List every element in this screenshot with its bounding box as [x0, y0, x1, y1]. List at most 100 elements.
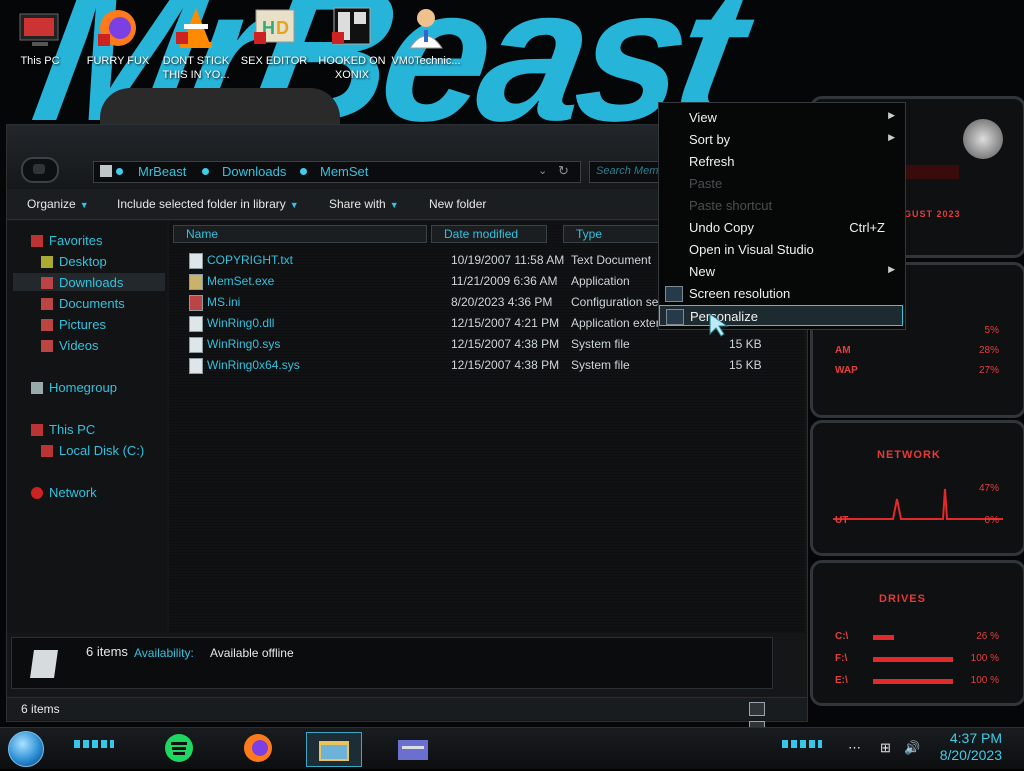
system-file-icon [189, 337, 203, 353]
folder-icon [319, 741, 349, 761]
personalize-icon [666, 309, 684, 325]
item-count: 6 items [86, 644, 128, 659]
column-header-type[interactable]: Type [563, 225, 665, 243]
desktop-icon-sex-editor[interactable]: HD SEX EDITOR [238, 6, 310, 68]
monitor-icon [665, 286, 683, 302]
desktop-icon-this-pc[interactable]: This PC [4, 6, 76, 68]
drive-f-value: 100 % [970, 653, 999, 664]
breadcrumb-memset[interactable]: MemSet [320, 164, 368, 179]
drive-c-value: 26 % [976, 631, 999, 642]
submenu-arrow-icon: ▶ [888, 110, 895, 120]
desktop-icon-vm0technic[interactable]: VM0Technic... [390, 6, 462, 68]
breadcrumb-mrbeast[interactable]: MrBeast [138, 164, 186, 179]
desktop-icon-label: This PC [20, 55, 60, 67]
back-forward-button[interactable] [21, 157, 59, 183]
menu-item-undo-copy[interactable]: Undo Copy Ctrl+Z [659, 217, 903, 238]
swap-label: WAP [835, 365, 858, 376]
drive-e-value: 100 % [970, 675, 999, 686]
network-gadget[interactable]: NETWORK 47% UT 0% [810, 420, 1024, 556]
desktop-icon-hooked-on-xonix[interactable]: HOOKED ON XONIX [316, 6, 388, 82]
drive-c-bar [873, 635, 894, 640]
drives-gadget[interactable]: DRIVES C:\ 26 % F:\ 100 % E:\ 100 % [810, 560, 1024, 706]
taskbar-clock[interactable]: 4:37 PM 8/20/2023 [940, 730, 1002, 764]
refresh-icon[interactable]: ↻ [558, 163, 569, 179]
firefox-icon [96, 6, 140, 50]
desktop-icon-label: FURRY FUX [86, 55, 150, 67]
taskbar-app-control-panel[interactable] [386, 732, 440, 765]
new-folder-button[interactable]: New folder [429, 197, 486, 211]
menu-item-refresh[interactable]: Refresh [659, 151, 903, 172]
view-toggle[interactable] [749, 702, 785, 735]
submenu-arrow-icon: ▶ [888, 132, 895, 142]
hxd-editor-icon: HD [252, 6, 296, 50]
menu-item-screen-resolution[interactable]: Screen resolution [659, 283, 903, 304]
column-header-name[interactable]: Name [173, 225, 427, 243]
desktop-icon-label: HOOKED ON XONIX [318, 55, 386, 81]
address-bar[interactable]: MrBeast Downloads MemSet ⌄ ↻ [93, 161, 581, 183]
drive-e-label: E:\ [835, 675, 848, 686]
chevron-down-icon[interactable]: ⌄ [538, 164, 547, 177]
system-file-icon [189, 358, 203, 374]
column-header-date[interactable]: Date modified [431, 225, 547, 243]
computer-icon [18, 6, 62, 50]
start-button[interactable] [8, 731, 44, 767]
document-icon [41, 298, 53, 310]
star-icon [31, 235, 43, 247]
clock-time-display [901, 165, 959, 179]
show-hidden-icons-icon[interactable]: ⋯ [848, 740, 861, 756]
menu-item-sort-by[interactable]: Sort by ▶ [659, 129, 903, 150]
network-out-label: UT [835, 515, 849, 526]
xonix-game-icon [330, 6, 374, 50]
mouse-cursor-icon [709, 313, 729, 337]
cpu-value: 5% [984, 325, 999, 336]
folder-thumbnail-icon [30, 650, 58, 678]
volume-icon[interactable]: 🔊 [904, 740, 920, 756]
network-out-value: 0% [984, 515, 999, 526]
availability-label: Availability: [134, 646, 194, 660]
taskbar: ⋯ ⊞ 🔊 4:37 PM 8/20/2023 [0, 727, 1024, 769]
desktop-icon-furry-fux[interactable]: FURRY FUX [82, 6, 154, 68]
menu-item-view[interactable]: View ▶ [659, 107, 903, 128]
desktop-icon-dont-stick[interactable]: DONT STICK THIS IN YO... [160, 6, 232, 82]
application-icon [189, 274, 203, 290]
share-with-button[interactable]: Share with ▼ [329, 197, 399, 211]
picture-icon [41, 319, 53, 331]
availability-value: Available offline [210, 646, 294, 660]
organize-button[interactable]: Organize ▼ [27, 197, 89, 211]
network-in-value: 47% [978, 483, 999, 494]
search-placeholder: Search Mem [596, 165, 659, 177]
network-graph [833, 488, 1003, 520]
ram-value: 28% [978, 345, 999, 356]
details-pane: 6 items Availability: Available offline [11, 637, 773, 689]
menu-item-personalize[interactable]: Personalize [659, 305, 903, 326]
network-tray-icon[interactable]: ⊞ [880, 740, 891, 756]
clock-date: 8/20/2023 [939, 747, 1002, 763]
shortcut-hint: Ctrl+Z [849, 220, 885, 235]
breadcrumb-downloads[interactable]: Downloads [222, 164, 286, 179]
file-row[interactable]: WinRing0.sys 12/15/2007 4:38 PM System fil… [189, 335, 789, 353]
doctor-avatar-icon [404, 6, 448, 50]
menu-item-new[interactable]: New ▶ [659, 261, 903, 282]
details-view-icon[interactable] [749, 702, 765, 716]
include-in-library-button[interactable]: Include selected folder in library ▼ [117, 197, 299, 211]
taskbar-decoration [74, 740, 114, 748]
drive-c-label: C:\ [835, 631, 849, 642]
clock-time: 4:37 PM [949, 730, 1002, 746]
menu-item-open-visual-studio[interactable]: Open in Visual Studio [659, 239, 903, 260]
video-icon [41, 340, 53, 352]
svg-text:D: D [276, 18, 289, 38]
menu-item-paste-shortcut: Paste shortcut [689, 198, 773, 213]
taskbar-app-spotify[interactable] [154, 732, 208, 765]
drives-title: DRIVES [879, 593, 926, 605]
desktop-icon-label: DONT STICK THIS IN YO... [162, 55, 230, 81]
drive-f-bar [873, 657, 953, 662]
network-title: NETWORK [877, 449, 941, 461]
taskbar-app-explorer[interactable] [306, 732, 362, 767]
ram-label: AM [835, 345, 851, 356]
taskbar-app-firefox[interactable] [232, 732, 286, 765]
file-row[interactable]: WinRing0x64.sys 12/15/2007 4:38 PM System … [189, 356, 789, 374]
desktop-icon-label: VM0Technic... [391, 55, 461, 67]
alien-logo-icon [963, 119, 1003, 159]
control-panel-icon [398, 740, 428, 760]
firefox-icon [244, 734, 272, 762]
